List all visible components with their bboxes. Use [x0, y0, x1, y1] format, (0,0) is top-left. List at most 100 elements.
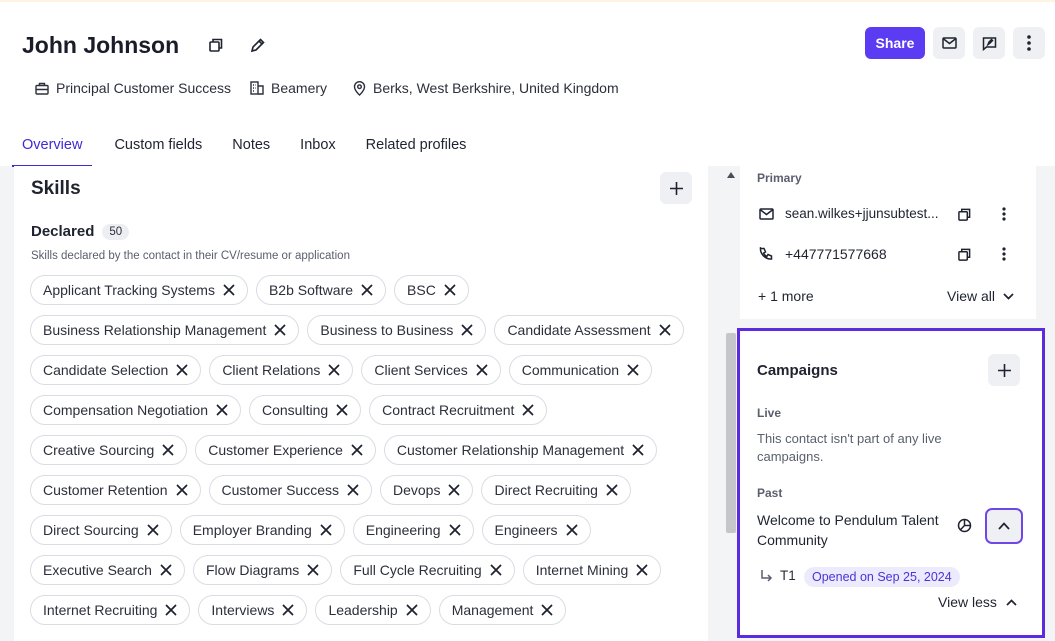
- scrollbar-thumb[interactable]: [726, 333, 736, 533]
- skills-chip-row: Applicant Tracking Systems B2b Software BS…: [30, 275, 477, 305]
- contact-phone[interactable]: +447771577668: [785, 246, 887, 262]
- copy-icon[interactable]: [206, 35, 226, 55]
- email-button[interactable]: [933, 27, 965, 59]
- remove-skill-icon[interactable]: [147, 524, 159, 536]
- sub-item-arrow-icon: [756, 566, 776, 586]
- location-meta: Berks, West Berkshire, United Kingdom: [353, 78, 619, 98]
- remove-skill-icon[interactable]: [336, 404, 348, 416]
- remove-skill-icon[interactable]: [606, 484, 618, 496]
- skill-chip-label: Customer Success: [221, 482, 339, 498]
- campaigns-card: Campaigns Live This contact isn't part o…: [737, 328, 1045, 638]
- skill-chip-label: Candidate Selection: [43, 362, 169, 378]
- remove-skill-icon[interactable]: [176, 364, 188, 376]
- view-all-label: View all: [947, 288, 995, 304]
- remove-skill-icon[interactable]: [566, 524, 578, 536]
- remove-skill-icon[interactable]: [328, 364, 340, 376]
- skill-chip: Communication: [508, 355, 653, 385]
- skill-chip-label: Customer Experience: [208, 442, 343, 458]
- primary-label: Primary: [757, 171, 802, 185]
- tab-inbox[interactable]: Inbox: [290, 126, 345, 167]
- skill-chip-label: Contract Recruitment: [382, 402, 515, 418]
- skill-chip-label: Communication: [521, 362, 620, 378]
- skills-chip-row: Executive Search Flow Diagrams Full Cycle …: [30, 555, 669, 585]
- more-contacts-link[interactable]: + 1 more: [758, 288, 814, 304]
- remove-skill-icon[interactable]: [444, 284, 456, 296]
- remove-skill-icon[interactable]: [347, 484, 359, 496]
- remove-skill-icon[interactable]: [448, 484, 460, 496]
- skill-chip: Customer Experience: [195, 435, 376, 465]
- contact-email[interactable]: sean.wilkes+jjunsubtest...: [785, 206, 938, 221]
- view-less-button[interactable]: View less: [938, 594, 1017, 610]
- skill-chip: BSC: [394, 275, 469, 305]
- skill-chip: Client Services: [361, 355, 501, 385]
- collapse-campaign-button[interactable]: [985, 508, 1023, 544]
- tab-notes[interactable]: Notes: [222, 126, 280, 167]
- skill-chip-label: Compensation Negotiation: [43, 402, 208, 418]
- skills-chip-row: Business Relationship Management Business…: [30, 315, 692, 345]
- tab-overview[interactable]: Overview: [12, 126, 93, 167]
- mail-icon: [756, 204, 776, 224]
- skill-chip: Employer Branding: [179, 515, 345, 545]
- copy-phone-icon[interactable]: [954, 244, 974, 264]
- add-campaign-button[interactable]: [988, 354, 1020, 386]
- remove-skill-icon[interactable]: [632, 444, 644, 456]
- phone-icon: [756, 244, 776, 264]
- skill-chip: Candidate Selection: [30, 355, 202, 385]
- remove-skill-icon[interactable]: [627, 364, 639, 376]
- remove-skill-icon[interactable]: [476, 364, 488, 376]
- remove-skill-icon[interactable]: [282, 604, 294, 616]
- remove-skill-icon[interactable]: [176, 484, 188, 496]
- location-text: Berks, West Berkshire, United Kingdom: [373, 80, 619, 96]
- plus-icon: [997, 363, 1011, 377]
- remove-skill-icon[interactable]: [449, 524, 461, 536]
- remove-skill-icon[interactable]: [461, 324, 473, 336]
- remove-skill-icon[interactable]: [490, 564, 502, 576]
- chat-edit-icon: [982, 36, 996, 51]
- skill-chip-label: Engineering: [365, 522, 441, 538]
- remove-skill-icon[interactable]: [160, 564, 172, 576]
- message-button[interactable]: [973, 27, 1005, 59]
- remove-skill-icon[interactable]: [659, 324, 671, 336]
- add-skill-button[interactable]: [660, 172, 692, 204]
- past-campaign-name-line2[interactable]: Community: [757, 532, 828, 548]
- past-campaign-name-line1[interactable]: Welcome to Pendulum Talent: [757, 512, 939, 528]
- remove-skill-icon[interactable]: [361, 284, 373, 296]
- more-options-button[interactable]: [1013, 27, 1045, 59]
- skills-chip-row: Internet Recruiting Interviews Leadership M…: [30, 595, 574, 625]
- declared-description: Skills declared by the contact in their …: [31, 250, 350, 262]
- view-less-label: View less: [938, 594, 997, 610]
- remove-skill-icon[interactable]: [351, 444, 363, 456]
- remove-skill-icon[interactable]: [165, 604, 177, 616]
- remove-skill-icon[interactable]: [406, 604, 418, 616]
- declared-count-badge: 50: [102, 223, 130, 240]
- remove-skill-icon[interactable]: [636, 564, 648, 576]
- kebab-menu-icon: [1027, 35, 1031, 51]
- view-all-button[interactable]: View all: [947, 288, 1014, 304]
- skill-chip: Business to Business: [307, 315, 487, 345]
- share-button[interactable]: Share: [865, 27, 925, 59]
- company-meta: Beamery: [250, 78, 327, 98]
- tab-custom-fields[interactable]: Custom fields: [104, 126, 212, 167]
- remove-skill-icon[interactable]: [541, 604, 553, 616]
- remove-skill-icon[interactable]: [522, 404, 534, 416]
- skill-chip: Creative Sourcing: [30, 435, 188, 465]
- skill-chip-label: Business Relationship Management: [43, 322, 267, 338]
- pie-chart-icon[interactable]: [954, 515, 974, 535]
- skill-chip: Internet Recruiting: [30, 595, 191, 625]
- briefcase-icon: [35, 82, 49, 95]
- remove-skill-icon[interactable]: [307, 564, 319, 576]
- skill-chip-label: Internet Mining: [535, 562, 629, 578]
- remove-skill-icon[interactable]: [274, 324, 286, 336]
- copy-email-icon[interactable]: [954, 204, 974, 224]
- chevron-up-icon: [998, 522, 1010, 530]
- remove-skill-icon[interactable]: [320, 524, 332, 536]
- email-options-kebab-icon[interactable]: [994, 204, 1014, 224]
- tab-related-profiles[interactable]: Related profiles: [356, 126, 477, 167]
- phone-options-kebab-icon[interactable]: [994, 244, 1014, 264]
- remove-skill-icon[interactable]: [223, 284, 235, 296]
- skill-chip-label: Devops: [393, 482, 441, 498]
- remove-skill-icon[interactable]: [216, 404, 228, 416]
- edit-pencil-icon[interactable]: [247, 35, 267, 55]
- remove-skill-icon[interactable]: [162, 444, 174, 456]
- skill-chip: Contract Recruitment: [369, 395, 548, 425]
